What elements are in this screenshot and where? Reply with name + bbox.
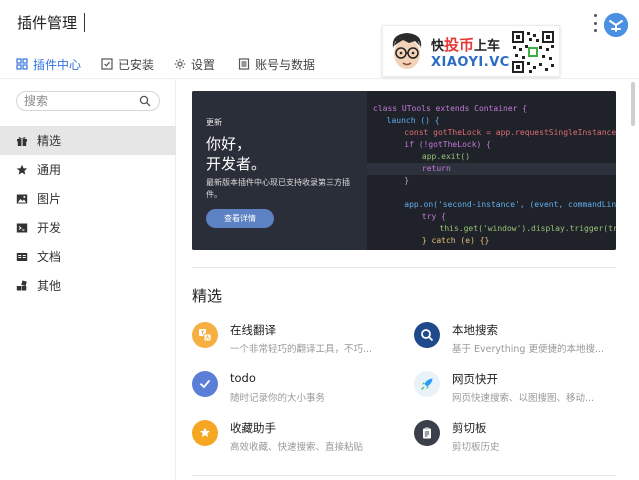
code-line: } — [385, 176, 410, 185]
rocket-icon — [414, 371, 440, 397]
utools-logo-icon[interactable] — [604, 13, 628, 37]
plugin-card-local-search[interactable]: 本地搜索 基于 Everything 更便捷的本地搜... — [414, 322, 614, 362]
plugin-name: 在线翻译 — [230, 323, 276, 337]
magnifier-icon — [414, 322, 440, 348]
tab-plugin-center[interactable]: 插件中心 — [13, 52, 84, 80]
tab-settings[interactable]: 设置 — [174, 52, 215, 76]
plugin-name: 剪切板 — [452, 421, 487, 435]
plugin-card-web-quick-open[interactable]: 网页快开 网页快速搜索、以图搜图、移动... — [414, 371, 614, 411]
code-line: } catch (e) {} — [393, 236, 490, 245]
code-line: launch () { — [377, 116, 440, 125]
sidebar-item-others[interactable]: 其他 — [0, 271, 176, 300]
section-divider — [192, 267, 616, 268]
plugin-description: 网页快速搜索、以图搜图、移动... — [452, 393, 595, 404]
update-banner[interactable]: 更新 你好， 开发者。 最新版本插件中心现已支持收录第三方插件。 查看详情 cl… — [192, 91, 616, 250]
category-nav: 精选 通用 图片 开发 文档 其他 — [0, 126, 176, 300]
code-line: const gotTheLock = app.requestSingleInst… — [385, 128, 616, 137]
check-icon — [192, 371, 218, 397]
section-title: 精选 — [192, 287, 223, 305]
plugin-description: 剪切板历史 — [452, 442, 500, 453]
search-input[interactable] — [24, 94, 134, 108]
code-line: if (!gotTheLock) { — [385, 140, 491, 149]
text-caret — [84, 13, 85, 32]
plugin-description: 一个非常轻巧的翻译工具，不巧... — [230, 344, 373, 355]
plugin-card-clipboard[interactable]: 剪切板 剪切板历史 — [414, 420, 614, 460]
plugin-description: 基于 Everything 更便捷的本地搜... — [452, 344, 605, 355]
terminal-icon — [16, 222, 28, 234]
clipboard-icon — [414, 420, 440, 446]
plugin-description: 高效收藏、快速搜索、直接粘贴 — [230, 442, 364, 453]
more-vertical-icon[interactable] — [591, 14, 599, 32]
code-line: this.get('window').display.trigger(true) — [401, 224, 616, 233]
tab-installed[interactable]: 已安装 — [101, 52, 154, 76]
plugin-name: 网页快开 — [452, 372, 498, 386]
sidebar-item-documents[interactable]: 文档 — [0, 242, 176, 271]
code-line: class UTools extends Container { — [373, 104, 528, 113]
code-line: try { — [393, 212, 446, 221]
top-tabs: 插件中心 已安装 设置 账号与数据 — [0, 46, 370, 80]
code-line: return — [393, 164, 451, 173]
bookmark-star-icon — [192, 420, 218, 446]
document-icon — [16, 251, 28, 263]
watermark-badge: 快投币上车 XIAOYI.VC — [382, 25, 560, 77]
sidebar: 精选 通用 图片 开发 文档 其他 — [0, 79, 176, 480]
plugin-card-todo[interactable]: todo 随时记录你的大小事务 — [192, 371, 392, 411]
list-icon — [238, 58, 250, 70]
gear-icon — [174, 58, 186, 70]
search-box[interactable] — [16, 91, 160, 111]
banner-title-line1: 你好， — [206, 135, 252, 153]
sidebar-item-featured[interactable]: 精选 — [0, 126, 176, 155]
translate-icon — [192, 322, 218, 348]
sidebar-item-images[interactable]: 图片 — [0, 184, 176, 213]
blocks-icon — [16, 280, 28, 292]
plugin-name: todo — [230, 371, 256, 385]
code-preview: class UTools extends Container { launch … — [367, 91, 616, 250]
watermark-domain: XIAOYI.VC — [431, 55, 510, 70]
sidebar-item-general[interactable]: 通用 — [0, 155, 176, 184]
scrollbar-thumb[interactable] — [631, 82, 635, 126]
plugin-card-translate[interactable]: 在线翻译 一个非常轻巧的翻译工具，不巧... — [192, 322, 392, 362]
image-icon — [16, 193, 28, 205]
banner-description: 最新版本插件中心现已支持收录第三方插件。 — [206, 178, 350, 199]
section-bottom-divider — [192, 475, 616, 476]
star-icon — [16, 164, 28, 176]
view-details-button[interactable]: 查看详情 — [206, 209, 274, 228]
gift-icon — [16, 135, 28, 147]
code-line: app.on('second-instance', (event, comman… — [385, 200, 616, 209]
banner-tag: 更新 — [206, 118, 222, 127]
main-content: 更新 你好， 开发者。 最新版本插件中心现已支持收录第三方插件。 查看详情 cl… — [176, 79, 639, 480]
tab-account-data[interactable]: 账号与数据 — [238, 52, 315, 76]
check-square-icon — [101, 58, 113, 70]
cartoon-avatar-icon — [392, 33, 422, 69]
qr-code-icon — [511, 30, 555, 74]
banner-title-line2: 开发者。 — [206, 155, 267, 173]
watermark-slogan: 快投币上车 — [431, 36, 501, 54]
plugin-description: 随时记录你的大小事务 — [230, 393, 326, 404]
sidebar-item-development[interactable]: 开发 — [0, 213, 176, 242]
code-line: app.exit() — [393, 152, 471, 161]
search-icon[interactable] — [139, 95, 151, 107]
app-title: 插件管理 — [17, 14, 78, 32]
plugin-name: 收藏助手 — [230, 421, 276, 435]
banner-text-area: 更新 你好， 开发者。 最新版本插件中心现已支持收录第三方插件。 查看详情 — [192, 91, 367, 250]
grid-icon — [16, 58, 28, 70]
plugin-name: 本地搜索 — [452, 323, 498, 337]
plugin-card-bookmark-helper[interactable]: 收藏助手 高效收藏、快速搜索、直接粘贴 — [192, 420, 392, 460]
